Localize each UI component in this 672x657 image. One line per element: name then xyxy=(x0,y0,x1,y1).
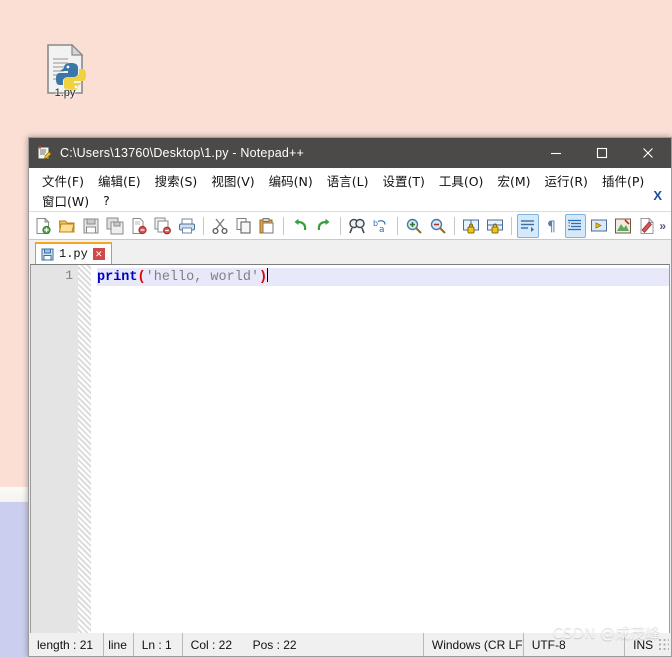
zoom-in-icon[interactable] xyxy=(403,214,425,238)
minimize-button[interactable] xyxy=(533,138,579,168)
tab-bar: 1.py ✕ xyxy=(29,240,671,264)
copy-icon[interactable] xyxy=(233,214,255,238)
menu-help[interactable]: ? xyxy=(96,192,117,209)
line-number-gutter: 1 xyxy=(31,265,78,656)
menu-language[interactable]: 语言(L) xyxy=(320,170,376,191)
menu-view[interactable]: 视图(V) xyxy=(204,170,261,191)
close-file-icon[interactable] xyxy=(128,214,150,238)
save-all-icon[interactable] xyxy=(104,214,126,238)
code-line-1: print('hello, world') xyxy=(97,268,669,286)
svg-text:a: a xyxy=(379,225,385,235)
menu-macro[interactable]: 宏(M) xyxy=(490,170,537,191)
floppy-icon xyxy=(41,248,54,261)
svg-text:b: b xyxy=(373,219,378,228)
status-pos: Pos : 22 xyxy=(245,633,424,656)
show-ui-icon[interactable] xyxy=(588,214,610,238)
resize-grip[interactable] xyxy=(657,637,670,652)
save-icon[interactable] xyxy=(80,214,102,238)
menu-file[interactable]: 文件(F) xyxy=(35,170,91,191)
menu-settings[interactable]: 设置(T) xyxy=(375,170,431,191)
status-col: Col : 22 xyxy=(190,637,233,652)
separator xyxy=(283,216,285,235)
toolbar: ba ¶ » xyxy=(29,212,671,240)
tab-close-icon[interactable]: ✕ xyxy=(92,248,105,260)
cut-icon[interactable] xyxy=(209,214,231,238)
menu-bar: 文件(F) 编辑(E) 搜索(S) 视图(V) 编码(N) 语言(L) 设置(T… xyxy=(29,168,671,212)
sync-horizontal-scroll-icon[interactable] xyxy=(484,214,506,238)
menu-tools[interactable]: 工具(O) xyxy=(432,170,491,191)
desktop-background: 1.py C:\Users\13760\Desktop\1.py - Notep… xyxy=(0,0,672,657)
line-number: 1 xyxy=(65,268,73,283)
tab-label: 1.py xyxy=(59,247,88,261)
separator xyxy=(510,216,512,235)
toolbar-overflow-chevron[interactable]: » xyxy=(659,219,666,233)
close-all-files-icon[interactable] xyxy=(152,214,174,238)
find-icon[interactable] xyxy=(346,214,368,238)
show-all-characters-icon[interactable]: ¶ xyxy=(541,214,563,238)
editor-area[interactable]: 1 print('hello, world') xyxy=(30,264,670,657)
notepad-plus-plus-window: C:\Users\13760\Desktop\1.py - Notepad++ … xyxy=(28,137,672,657)
replace-icon[interactable]: ba xyxy=(370,214,392,238)
notepad-plus-plus-icon xyxy=(36,145,52,161)
print-icon[interactable] xyxy=(176,214,198,238)
separator xyxy=(397,216,398,235)
code-token-close-paren: ) xyxy=(259,270,268,285)
status-lines: line xyxy=(104,633,134,656)
close-button[interactable] xyxy=(625,138,671,168)
maximize-button[interactable] xyxy=(579,138,625,168)
fold-margin[interactable] xyxy=(78,265,91,656)
new-file-icon[interactable] xyxy=(32,214,54,238)
menu-edit[interactable]: 编辑(E) xyxy=(91,170,148,191)
code-text-area[interactable]: print('hello, world') xyxy=(91,265,669,656)
record-macro-icon[interactable] xyxy=(612,214,634,238)
status-length: length : 21 xyxy=(29,633,105,656)
tab-1-py[interactable]: 1.py ✕ xyxy=(35,242,112,264)
desktop-icon-1-py[interactable]: 1.py xyxy=(34,42,96,99)
zoom-out-icon[interactable] xyxy=(427,214,449,238)
redo-icon[interactable] xyxy=(313,214,335,238)
word-wrap-icon[interactable] xyxy=(516,213,539,238)
code-token-open-paren: ( xyxy=(137,270,146,285)
window-title: C:\Users\13760\Desktop\1.py - Notepad++ xyxy=(60,146,305,160)
status-eol: Windows (CR LF) xyxy=(424,633,524,656)
menu-window[interactable]: 窗口(W) xyxy=(35,190,96,211)
indent-guide-icon[interactable] xyxy=(564,213,587,238)
separator xyxy=(453,216,455,235)
open-file-icon[interactable] xyxy=(56,214,78,238)
status-encoding: UTF-8 xyxy=(524,633,626,656)
menu-row-primary: 文件(F) 编辑(E) 搜索(S) 视图(V) 编码(N) 语言(L) 设置(T… xyxy=(29,170,671,190)
sync-vertical-scroll-icon[interactable] xyxy=(460,214,482,238)
menu-row-secondary: 窗口(W) ? xyxy=(29,190,671,210)
separator xyxy=(340,216,342,235)
separator xyxy=(202,216,204,235)
svg-text:¶: ¶ xyxy=(547,219,556,235)
menu-run[interactable]: 运行(R) xyxy=(537,170,594,191)
document-close-x[interactable]: X xyxy=(653,188,662,203)
stop-macro-icon[interactable] xyxy=(636,214,658,238)
desktop-icon-label: 1.py xyxy=(54,87,76,99)
status-insert-mode: INS xyxy=(633,637,654,652)
menu-search[interactable]: 搜索(S) xyxy=(148,170,205,191)
menu-encoding[interactable]: 编码(N) xyxy=(262,170,320,191)
code-token-function: print xyxy=(97,270,138,285)
undo-icon[interactable] xyxy=(289,214,311,238)
paste-icon[interactable] xyxy=(256,214,278,238)
menu-plugins[interactable]: 插件(P) xyxy=(595,170,651,191)
status-ln: Ln : 1 xyxy=(134,633,183,656)
code-token-string: 'hello, world' xyxy=(145,270,260,285)
window-titlebar[interactable]: C:\Users\13760\Desktop\1.py - Notepad++ xyxy=(29,138,671,168)
status-bar: length : 21 line Ln : 1 Col : 22 Pos : 2… xyxy=(28,633,672,657)
text-caret xyxy=(267,268,269,282)
